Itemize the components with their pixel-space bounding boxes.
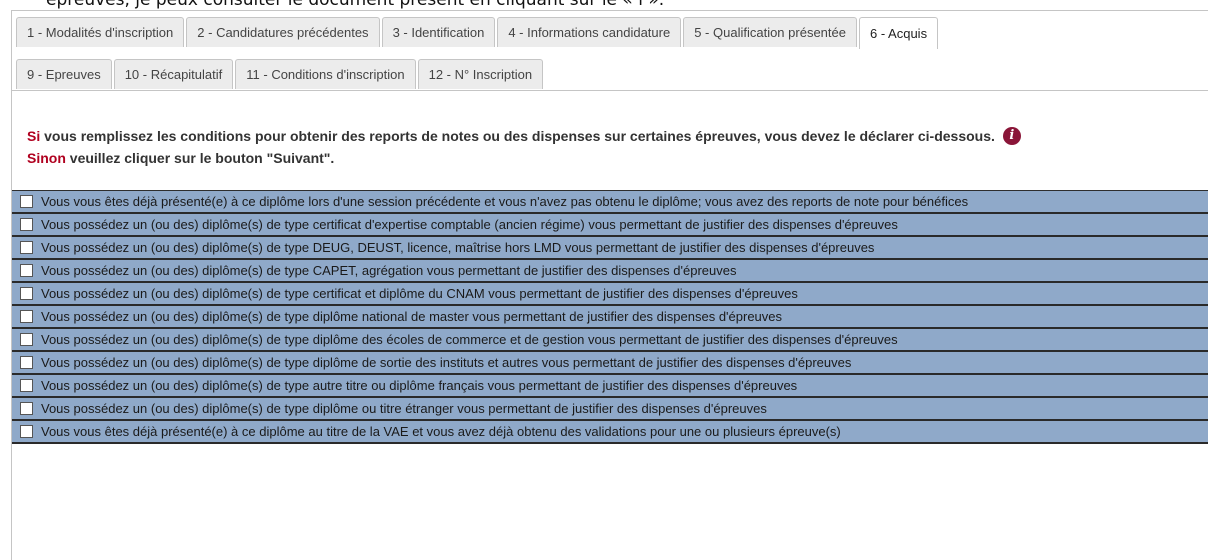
intro-text: Si vous remplissez les conditions pour o…	[27, 125, 1021, 169]
option-label: Vous possédez un (ou des) diplôme(s) de …	[41, 355, 852, 370]
option-label: Vous possédez un (ou des) diplôme(s) de …	[41, 286, 798, 301]
option-label: Vous possédez un (ou des) diplôme(s) de …	[41, 332, 898, 347]
option-label: Vous possédez un (ou des) diplôme(s) de …	[41, 240, 875, 255]
tab-acquis[interactable]: 6 - Acquis	[858, 17, 939, 49]
intro-line-2-text: veuillez cliquer sur le bouton "Suivant"…	[65, 150, 335, 166]
option-label: Vous possédez un (ou des) diplôme(s) de …	[41, 378, 798, 393]
checkbox[interactable]	[20, 425, 33, 438]
tab-row-2: 9 - Epreuves 10 - Récapitulatif 11 - Con…	[16, 59, 545, 89]
tabs-panel: 1 - Modalités d'inscription 2 - Candidat…	[11, 10, 1208, 560]
intro-si: Si	[27, 128, 41, 144]
tab-identification[interactable]: 3 - Identification	[381, 17, 496, 47]
option-row[interactable]: Vous possédez un (ou des) diplôme(s) de …	[12, 352, 1208, 375]
checkbox[interactable]	[20, 287, 33, 300]
option-row[interactable]: Vous possédez un (ou des) diplôme(s) de …	[12, 237, 1208, 260]
intro-line-1-text: vous remplissez les conditions pour obte…	[40, 128, 995, 144]
tab-conditions-inscription[interactable]: 11 - Conditions d'inscription	[235, 59, 416, 89]
option-row[interactable]: Vous possédez un (ou des) diplôme(s) de …	[12, 306, 1208, 329]
option-row[interactable]: Vous possédez un (ou des) diplôme(s) de …	[12, 283, 1208, 306]
option-row[interactable]: Vous possédez un (ou des) diplôme(s) de …	[12, 329, 1208, 352]
checkbox[interactable]	[20, 241, 33, 254]
option-label: Vous possédez un (ou des) diplôme(s) de …	[41, 401, 767, 416]
intro-sinon: Sinon	[27, 150, 66, 166]
tab-candidatures-precedentes[interactable]: 2 - Candidatures précédentes	[186, 17, 380, 47]
info-icon[interactable]: i	[1002, 127, 1021, 145]
option-label: Vous possédez un (ou des) diplôme(s) de …	[41, 309, 783, 324]
tab-informations-candidature[interactable]: 4 - Informations candidature	[497, 17, 682, 47]
intro-line-1: Si vous remplissez les conditions pour o…	[27, 125, 1021, 147]
option-row[interactable]: Vous vous êtes déjà présenté(e) à ce dip…	[12, 191, 1208, 214]
option-label: Vous vous êtes déjà présenté(e) à ce dip…	[41, 424, 841, 439]
option-row[interactable]: Vous possédez un (ou des) diplôme(s) de …	[12, 375, 1208, 398]
checkbox[interactable]	[20, 379, 33, 392]
checkbox[interactable]	[20, 333, 33, 346]
option-label: Vous vous êtes déjà présenté(e) à ce dip…	[41, 194, 969, 209]
checkbox[interactable]	[20, 195, 33, 208]
tab-row-1: 1 - Modalités d'inscription 2 - Candidat…	[16, 17, 940, 49]
tab-epreuves[interactable]: 9 - Epreuves	[16, 59, 112, 89]
checkbox[interactable]	[20, 310, 33, 323]
option-label: Vous possédez un (ou des) diplôme(s) de …	[41, 217, 898, 232]
checkbox[interactable]	[20, 356, 33, 369]
checkbox[interactable]	[20, 218, 33, 231]
option-row[interactable]: Vous possédez un (ou des) diplôme(s) de …	[12, 214, 1208, 237]
tab-numero-inscription[interactable]: 12 - N° Inscription	[417, 59, 544, 89]
tabs-divider	[12, 90, 1208, 91]
checkbox[interactable]	[20, 264, 33, 277]
option-row[interactable]: Vous possédez un (ou des) diplôme(s) de …	[12, 260, 1208, 283]
checkbox[interactable]	[20, 402, 33, 415]
tab-recapitulatif[interactable]: 10 - Récapitulatif	[113, 59, 234, 89]
tab-modalites-inscription[interactable]: 1 - Modalités d'inscription	[16, 17, 185, 47]
option-row[interactable]: Vous vous êtes déjà présenté(e) à ce dip…	[12, 421, 1208, 444]
option-row[interactable]: Vous possédez un (ou des) diplôme(s) de …	[12, 398, 1208, 421]
tab-qualification-presentee[interactable]: 5 - Qualification présentée	[683, 17, 857, 47]
document-caption: épreuves, je peux consulter le document …	[46, 0, 665, 10]
intro-line-2: Sinon veuillez cliquer sur le bouton "Su…	[27, 147, 1021, 169]
option-label: Vous possédez un (ou des) diplôme(s) de …	[41, 263, 737, 278]
acquis-options-list: Vous vous êtes déjà présenté(e) à ce dip…	[12, 190, 1208, 444]
